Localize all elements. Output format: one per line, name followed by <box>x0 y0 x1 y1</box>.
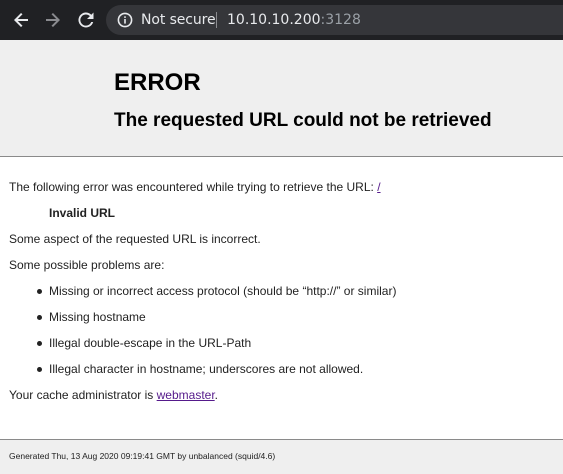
reload-button[interactable] <box>74 8 98 32</box>
intro-text: The following error was encountered whil… <box>9 180 378 194</box>
problem-text: Illegal character in hostname; underscor… <box>49 362 364 376</box>
list-item: Illegal character in hostname; underscor… <box>33 362 363 376</box>
generated-info: Generated Thu, 13 Aug 2020 09:19:41 GMT … <box>9 451 276 461</box>
arrow-right-icon <box>46 13 60 27</box>
error-explanation: Some aspect of the requested URL is inco… <box>9 232 261 246</box>
list-item: Missing or incorrect access protocol (sh… <box>33 284 396 298</box>
omnibox-divider <box>216 12 217 28</box>
url-port: :3128 <box>320 12 361 28</box>
problem-text: Missing or incorrect access protocol (sh… <box>49 284 397 298</box>
back-button[interactable] <box>9 8 33 32</box>
admin-text: Your cache administrator is <box>9 388 157 402</box>
address-bar[interactable]: Not secure 10.10.10.200:3128 <box>106 5 563 35</box>
error-header: ERROR The requested URL could not be ret… <box>0 40 563 157</box>
reload-icon <box>78 12 94 28</box>
intro-line: The following error was encountered whil… <box>9 180 381 194</box>
url-text[interactable]: 10.10.10.200:3128 <box>227 12 361 28</box>
problem-text: Missing hostname <box>49 310 146 324</box>
admin-line: Your cache administrator is webmaster. <box>9 388 218 402</box>
error-name: Invalid URL <box>49 206 116 220</box>
forward-button[interactable] <box>41 8 65 32</box>
list-item: Illegal double-escape in the URL-Path <box>33 336 251 350</box>
page-footer: Generated Thu, 13 Aug 2020 09:19:41 GMT … <box>0 439 563 474</box>
bullet <box>37 367 42 372</box>
page-title: ERROR <box>114 69 201 96</box>
bullet <box>37 315 42 320</box>
problems-intro: Some possible problems are: <box>9 258 165 272</box>
security-status-label[interactable]: Not secure <box>141 12 216 28</box>
browser-toolbar: Not secure 10.10.10.200:3128 <box>0 0 563 40</box>
requested-url-link[interactable]: / <box>377 180 380 194</box>
page-subtitle: The requested URL could not be retrieved <box>114 110 492 131</box>
admin-suffix: . <box>214 388 219 402</box>
problem-text: Illegal double-escape in the URL-Path <box>49 336 252 350</box>
arrow-left-icon <box>14 13 28 27</box>
bullet <box>37 289 42 294</box>
webmaster-link[interactable]: webmaster <box>157 388 215 402</box>
list-item: Missing hostname <box>33 310 146 324</box>
info-icon[interactable] <box>117 12 133 28</box>
url-host: 10.10.10.200 <box>227 12 321 28</box>
bullet <box>37 341 42 346</box>
